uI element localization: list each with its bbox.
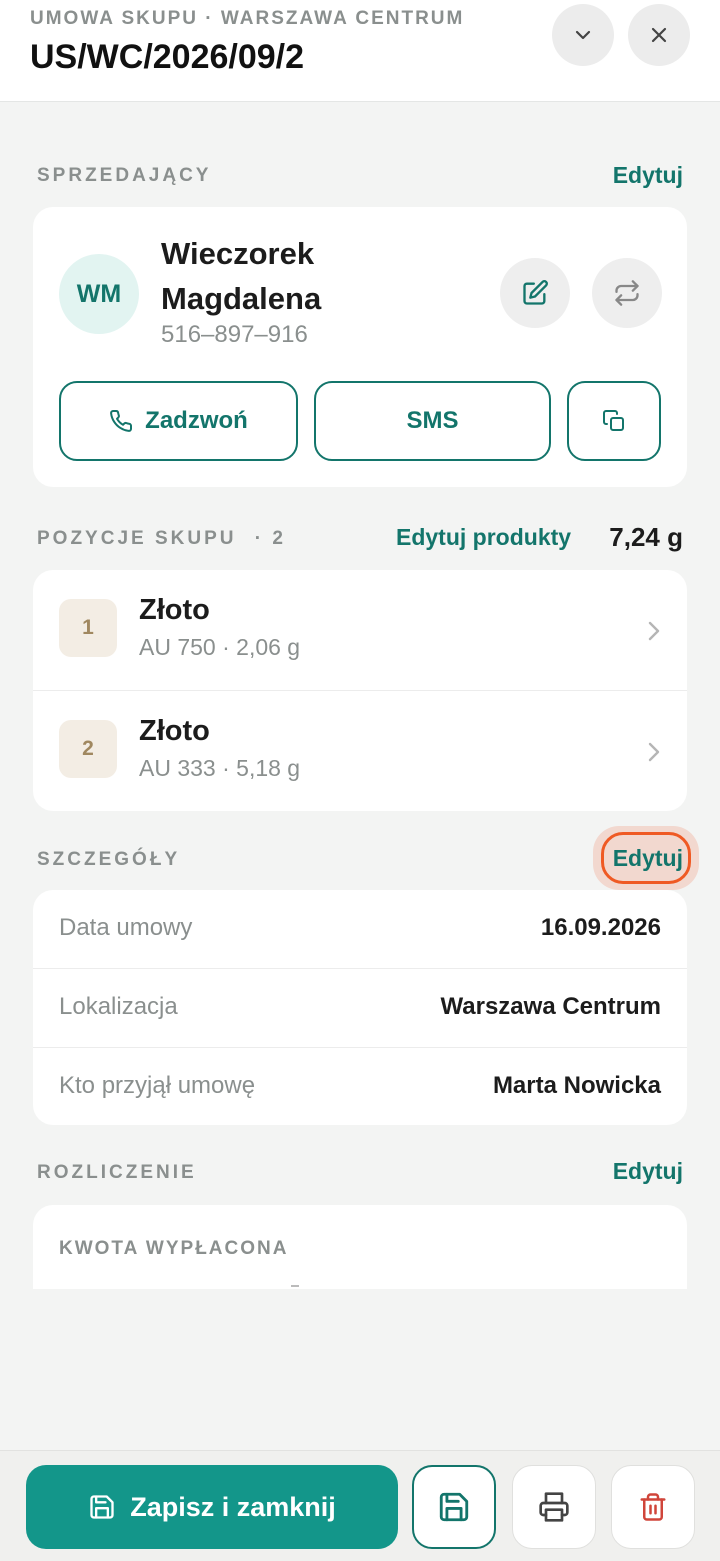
list-item[interactable]: 1 Złoto AU 750 · 2,06 g <box>33 570 687 690</box>
settlement-card: KWOTA WYPŁACONA <box>33 1205 687 1289</box>
items-section-title: POZYCJE SKUPU · 2 <box>37 528 286 550</box>
contract-number: US/WC/2026/09/2 <box>30 38 305 76</box>
call-button[interactable]: Zadzwoń <box>59 381 298 461</box>
item-title: Złoto <box>139 594 210 626</box>
seller-section-title: SPRZEDAJĄCY <box>37 165 212 186</box>
seller-card: WM Wieczorek Magdalena 516–897–916 Zadzw… <box>33 207 687 487</box>
printer-icon <box>539 1492 569 1522</box>
close-icon <box>651 27 667 43</box>
copy-button[interactable] <box>567 381 661 461</box>
details-section-title: SZCZEGÓŁY <box>37 849 181 870</box>
item-title: Złoto <box>139 715 210 747</box>
phone-icon <box>110 409 133 432</box>
call-button-label: Zadzwoń <box>145 407 248 434</box>
contract-subtitle: UMOWA SKUPU · WARSZAWA CENTRUM <box>30 8 465 29</box>
detail-label: Kto przyjął umowę <box>59 1072 256 1099</box>
sms-button-label: SMS <box>406 407 459 434</box>
edit-products-link[interactable]: Edytuj produkty <box>396 524 571 551</box>
amount-paid-label: KWOTA WYPŁACONA <box>59 1238 289 1259</box>
close-button[interactable] <box>628 4 690 66</box>
seller-first-name: Magdalena <box>161 281 322 316</box>
chevron-right-icon <box>648 742 660 762</box>
detail-value: Warszawa Centrum <box>440 993 662 1020</box>
detail-label: Data umowy <box>59 914 193 941</box>
change-seller-button[interactable] <box>592 258 662 328</box>
item-index-badge: 1 <box>59 599 117 657</box>
seller-phone: 516–897–916 <box>161 321 308 348</box>
avatar: WM <box>59 254 139 334</box>
seller-last-name: Wieczorek <box>161 236 315 271</box>
save-icon <box>90 1495 114 1519</box>
details-card: Data umowy 16.09.2026 Lokalizacja Warsza… <box>33 890 687 1125</box>
sms-button[interactable]: SMS <box>314 381 551 461</box>
detail-value: Marta Nowicka <box>492 1072 661 1099</box>
seller-edit-link[interactable]: Edytuj <box>613 162 683 189</box>
copy-icon <box>603 410 624 431</box>
item-subtitle: AU 333 · 5,18 g <box>139 755 301 781</box>
settlement-edit-link[interactable]: Edytuj <box>613 1158 683 1185</box>
save-icon <box>439 1492 469 1522</box>
detail-label: Lokalizacja <box>59 993 178 1020</box>
detail-row-date: Data umowy 16.09.2026 <box>33 890 687 968</box>
items-card: 1 Złoto AU 750 · 2,06 g 2 Złoto AU 333 ·… <box>33 570 687 811</box>
save-button[interactable] <box>412 1465 496 1549</box>
items-section-label: POZYCJE SKUPU <box>37 528 237 549</box>
save-and-close-label: Zapisz i zamknij <box>130 1491 336 1522</box>
swap-icon <box>615 280 639 306</box>
bottom-action-bar: Zapisz i zamknij <box>0 1450 720 1561</box>
collapse-button[interactable] <box>552 4 614 66</box>
details-edit-link[interactable]: Edytuj <box>613 845 683 872</box>
item-index-badge: 2 <box>59 720 117 778</box>
item-subtitle: AU 750 · 2,06 g <box>139 634 301 660</box>
save-and-close-button[interactable]: Zapisz i zamknij <box>26 1465 398 1549</box>
settlement-section-title: ROZLICZENIE <box>37 1162 197 1183</box>
header: UMOWA SKUPU · WARSZAWA CENTRUM US/WC/202… <box>0 0 720 102</box>
delete-button[interactable] <box>611 1465 695 1549</box>
total-weight: 7,24 g <box>609 522 683 552</box>
edit-seller-button[interactable] <box>500 258 570 328</box>
detail-value: 16.09.2026 <box>540 914 661 941</box>
chevron-down-icon <box>575 30 591 40</box>
amount-placeholder-dash <box>291 1285 299 1287</box>
detail-row-location: Lokalizacja Warszawa Centrum <box>33 969 687 1047</box>
chevron-right-icon <box>648 621 660 641</box>
trash-icon <box>640 1493 666 1521</box>
seller-name: Wieczorek Magdalena <box>161 231 401 321</box>
detail-row-receiver: Kto przyjął umowę Marta Nowicka <box>33 1048 687 1126</box>
list-item[interactable]: 2 Złoto AU 333 · 5,18 g <box>33 691 687 811</box>
print-button[interactable] <box>512 1465 596 1549</box>
items-count: · 2 <box>254 528 286 549</box>
edit-icon <box>523 280 548 305</box>
